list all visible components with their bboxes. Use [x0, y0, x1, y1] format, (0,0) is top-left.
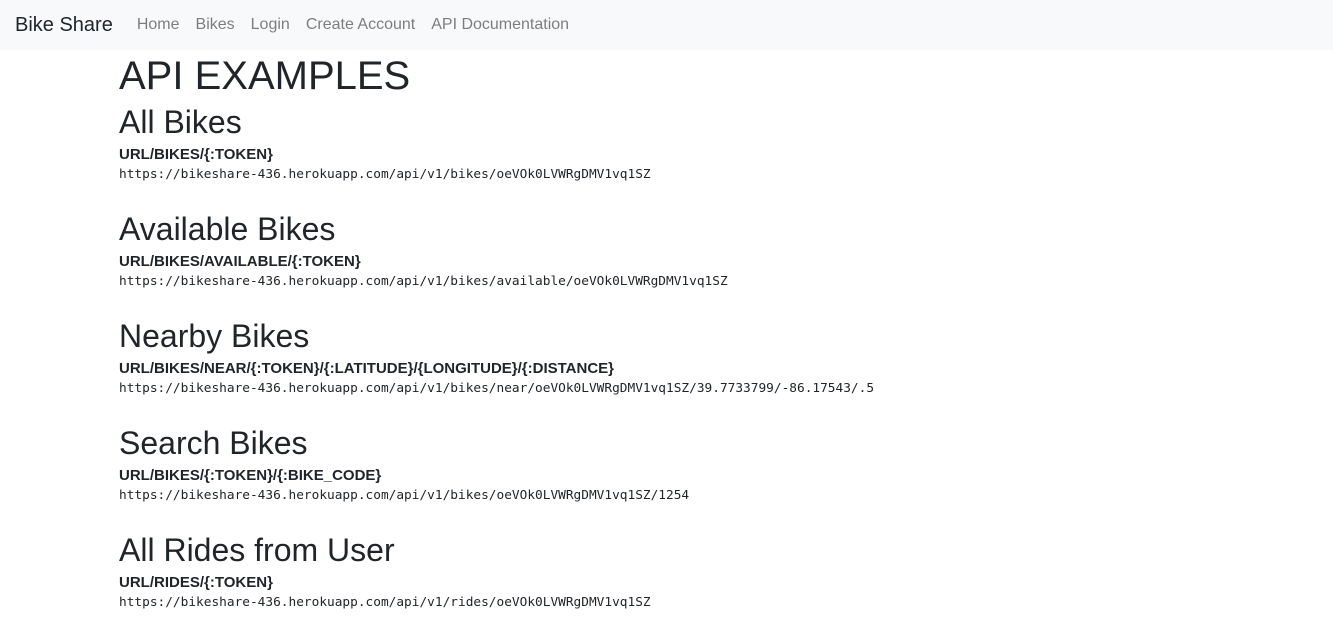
example-url: https://bikeshare-436.herokuapp.com/api/…: [119, 381, 875, 396]
section-title: All Rides from User: [119, 532, 395, 568]
section-all-bikes: All Bikes URL/BIKES/{:TOKEN} https://bik…: [119, 103, 1333, 210]
section-available-bikes: Available Bikes URL/BIKES/AVAILABLE/{:TO…: [119, 210, 1333, 317]
brand-link[interactable]: Bike Share: [15, 14, 113, 37]
section-title: Available Bikes: [119, 211, 336, 247]
example-url: https://bikeshare-436.herokuapp.com/api/…: [119, 274, 728, 289]
example-url: https://bikeshare-436.herokuapp.com/api/…: [119, 595, 651, 610]
url-pattern: URL/BIKES/{:TOKEN}/{:BIKE_CODE}: [119, 467, 382, 484]
section-title: All Bikes: [119, 104, 242, 140]
section-search-bikes: Search Bikes URL/BIKES/{:TOKEN}/{:BIKE_C…: [119, 424, 1333, 531]
section-title: Search Bikes: [119, 425, 308, 461]
navbar: Bike Share Home Bikes Login Create Accou…: [0, 0, 1333, 50]
page-title: API EXAMPLES: [119, 54, 411, 98]
example-url: https://bikeshare-436.herokuapp.com/api/…: [119, 167, 651, 182]
url-pattern: URL/BIKES/AVAILABLE/{:TOKEN}: [119, 253, 361, 270]
url-pattern: URL/RIDES/{:TOKEN}: [119, 574, 273, 591]
url-pattern: URL/BIKES/{:TOKEN}: [119, 146, 273, 163]
nav-create-account[interactable]: Create Account: [306, 16, 415, 34]
section-nearby-bikes: Nearby Bikes URL/BIKES/NEAR/{:TOKEN}/{:L…: [119, 317, 1333, 424]
nav-bikes[interactable]: Bikes: [196, 16, 235, 34]
nav-api-documentation[interactable]: API Documentation: [431, 16, 569, 34]
nav-home[interactable]: Home: [137, 16, 180, 34]
nav-login[interactable]: Login: [251, 16, 290, 34]
section-title: Nearby Bikes: [119, 318, 310, 354]
example-url: https://bikeshare-436.herokuapp.com/api/…: [119, 488, 690, 503]
section-all-rides: All Rides from User URL/RIDES/{:TOKEN} h…: [119, 531, 1333, 638]
main-content: API EXAMPLES All Bikes URL/BIKES/{:TOKEN…: [119, 52, 1333, 638]
url-pattern: URL/BIKES/NEAR/{:TOKEN}/{:LATITUDE}/{LON…: [119, 360, 615, 377]
